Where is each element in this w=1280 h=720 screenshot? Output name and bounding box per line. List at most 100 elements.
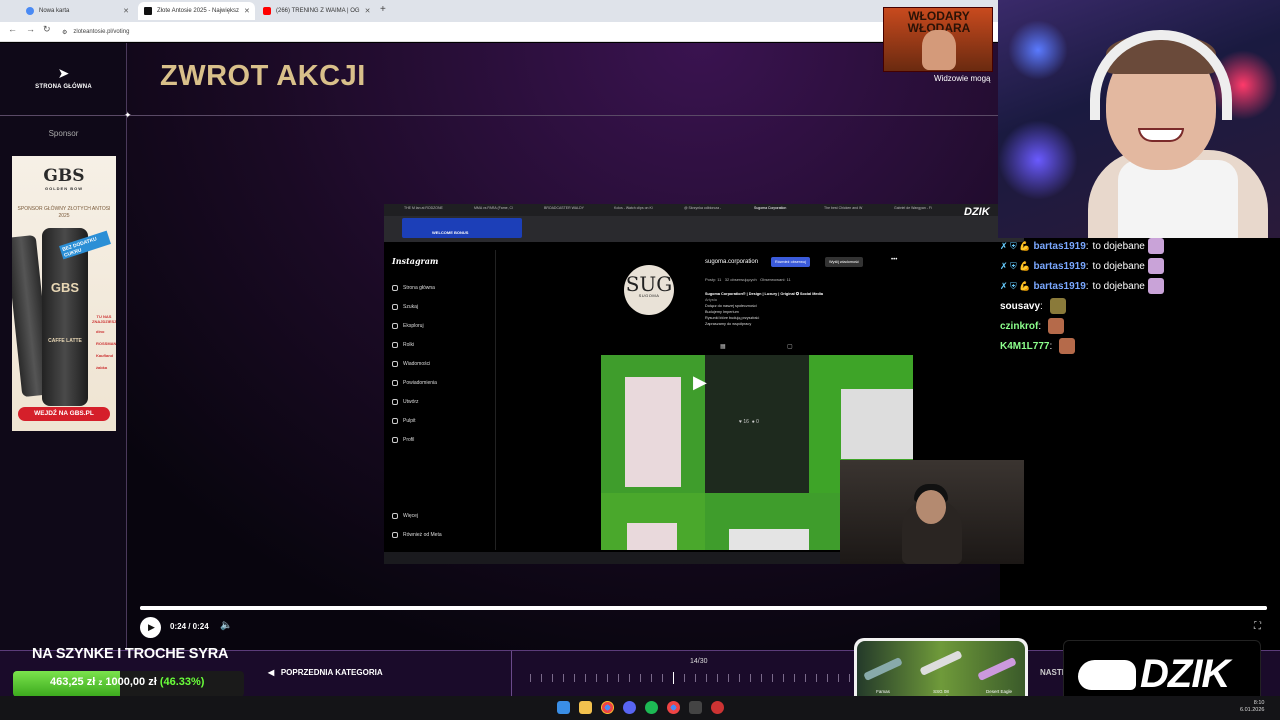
ig-menu-item: Wiadomości <box>392 354 496 373</box>
emote-icon <box>1059 338 1076 354</box>
boar-icon <box>1078 660 1136 690</box>
volume-icon[interactable]: 🔈 <box>220 620 232 631</box>
category-tick <box>739 674 740 682</box>
discord-icon[interactable] <box>623 701 636 714</box>
home-back-button[interactable]: ➤ STRONA GŁÓWNA <box>0 66 127 90</box>
ig-menu-item: Rolki <box>392 335 496 354</box>
inner-tab: BROADCASTER WALDY <box>544 206 584 210</box>
app-icon[interactable] <box>711 701 724 714</box>
category-tick <box>673 672 674 684</box>
category-tick <box>695 674 696 682</box>
fullscreen-icon[interactable]: ⛶ <box>1254 621 1261 632</box>
donation-title: NA SZYNKE I TROCHE SYRA <box>32 646 229 662</box>
follow-button: Również obserwuj <box>771 257 810 267</box>
play-button[interactable]: ▶ <box>140 617 161 638</box>
emote-icon <box>1147 258 1164 274</box>
browser-icon[interactable] <box>667 701 680 714</box>
url-field[interactable]: ⚙ zloteantosie.pl/voting <box>62 25 922 39</box>
progress-bar[interactable] <box>140 606 1267 610</box>
instagram-menu-bottom: Więcej Również od Meta <box>392 506 496 544</box>
chat-username[interactable]: czinkrof <box>1000 321 1038 332</box>
ig-menu-item: Więcej <box>392 506 496 525</box>
category-tick <box>717 674 718 682</box>
chrome-icon[interactable] <box>601 701 614 714</box>
gbs-logo: GBS GOLDEN BOW <box>43 166 85 191</box>
chat-badges: ✗ ⛨ 💪 <box>1000 280 1031 291</box>
app-icon[interactable] <box>689 701 702 714</box>
sponsor-line: SPONSOR GŁÓWNY ZŁOTYCH ANTOSI 2025 <box>17 206 111 219</box>
category-tick <box>629 674 630 682</box>
streamer-webcam <box>998 0 1280 238</box>
site-info-icon[interactable]: ⚙ <box>62 29 67 36</box>
browser-tab[interactable]: Nowa karta ✕ <box>20 2 135 20</box>
close-tab-icon[interactable]: ✕ <box>123 7 129 15</box>
chat-username[interactable]: bartas1919 <box>1034 241 1086 252</box>
more-icon: ••• <box>891 257 898 263</box>
inner-taskbar <box>384 552 840 564</box>
category-tick <box>849 674 850 682</box>
windows-taskbar <box>0 696 1280 720</box>
new-tab-button[interactable]: + <box>380 4 386 15</box>
category-counter: 14/30 <box>690 658 708 665</box>
category-tick <box>563 674 564 682</box>
chat-message: ✗ ⛨ 💪 bartas1919: to dojebane <box>1000 256 1280 276</box>
chat-username[interactable]: sousavy <box>1000 301 1040 312</box>
prev-category-button[interactable]: ◀ POPRZEDNIA KATEGORIA <box>268 668 383 677</box>
chat-username[interactable]: bartas1919 <box>1034 281 1086 292</box>
sparkle-icon: ✦ <box>124 110 132 120</box>
forward-icon[interactable]: → <box>26 24 35 34</box>
chat-text: to dojebane <box>1092 240 1145 252</box>
divider <box>495 250 496 550</box>
avatar: SUG SUGOMA <box>624 265 674 315</box>
post-tile <box>601 493 705 550</box>
page-title: ZWROT AKCJI <box>160 60 366 92</box>
donation-progress: 463,25 zł z 1000,00 zł (46.33%) <box>50 676 205 688</box>
chat-username[interactable]: K4M1L777 <box>1000 341 1049 352</box>
category-tick <box>552 674 553 682</box>
play-icon: ▶ <box>693 372 707 392</box>
available-label: TU NAS ZNAJDZIESZ <box>92 314 116 324</box>
reload-icon[interactable]: ↻ <box>43 24 51 35</box>
category-tick <box>574 674 575 682</box>
category-tick <box>596 674 597 682</box>
video-player[interactable]: THE M łan at RODZONE MMA vs PARA (Fame, … <box>384 204 1024 564</box>
ad-cta-button[interactable]: WEJDŹ NA GBS.PL <box>18 407 110 421</box>
inner-tab: The best Chicken and W <box>824 206 863 210</box>
grid-icon: ▦ <box>720 344 726 350</box>
retailer-list: dino ROSSMANN Kaufland żabka <box>96 329 116 370</box>
dzik-logo: DZIK <box>1140 652 1230 696</box>
ig-menu-item: Również od Meta <box>392 525 496 544</box>
browser-tab[interactable]: (266) TRENING Z WAIMA | OG ✕ <box>257 2 372 20</box>
youtube-icon <box>263 7 271 15</box>
sponsor-label: Sponsor <box>48 129 79 138</box>
inner-tab: Sugoma Corporation <box>754 206 787 210</box>
emote-icon <box>1048 318 1065 334</box>
ig-menu-item: Szukaj <box>392 297 496 316</box>
start-icon[interactable] <box>557 701 570 714</box>
close-tab-icon[interactable]: ✕ <box>365 7 371 15</box>
category-tick <box>662 674 663 682</box>
ig-menu-item: Eksploruj <box>392 316 496 335</box>
category-tick <box>827 674 828 682</box>
post-tile <box>601 355 705 493</box>
instagram-menu: Strona główna Szukaj Eksploruj Rolki Wia… <box>392 278 496 449</box>
browser-tab-active[interactable]: Złote Antosie 2025 - Największ ✕ <box>138 2 255 20</box>
folder-icon[interactable] <box>579 701 592 714</box>
divider <box>511 651 512 696</box>
category-tick <box>607 674 608 682</box>
close-tab-icon[interactable]: ✕ <box>244 7 250 15</box>
system-clock: 8:10 6.01.2026 <box>1240 700 1265 713</box>
category-tick <box>750 674 751 682</box>
ig-menu-item: Powiadomienia <box>392 373 496 392</box>
chat-username[interactable]: bartas1919 <box>1034 261 1086 272</box>
chat-badges: ✗ ⛨ 💪 <box>1000 240 1031 251</box>
embedded-facecam <box>840 460 1024 564</box>
sponsor-ad[interactable]: GBS GOLDEN BOW SPONSOR GŁÓWNY ZŁOTYCH AN… <box>12 156 116 431</box>
wlodary-banner: WŁODARY WŁODARA <box>883 7 993 72</box>
chat-message: ✗ ⛨ 💪 bartas1919: to dojebane <box>1000 236 1280 256</box>
emote-icon <box>1147 278 1164 294</box>
spotify-icon[interactable] <box>645 701 658 714</box>
ig-menu-item: Pulpit <box>392 411 496 430</box>
inner-tab: Gabriel de Wangyan - Fi <box>894 206 932 210</box>
back-icon[interactable]: ← <box>8 24 17 34</box>
